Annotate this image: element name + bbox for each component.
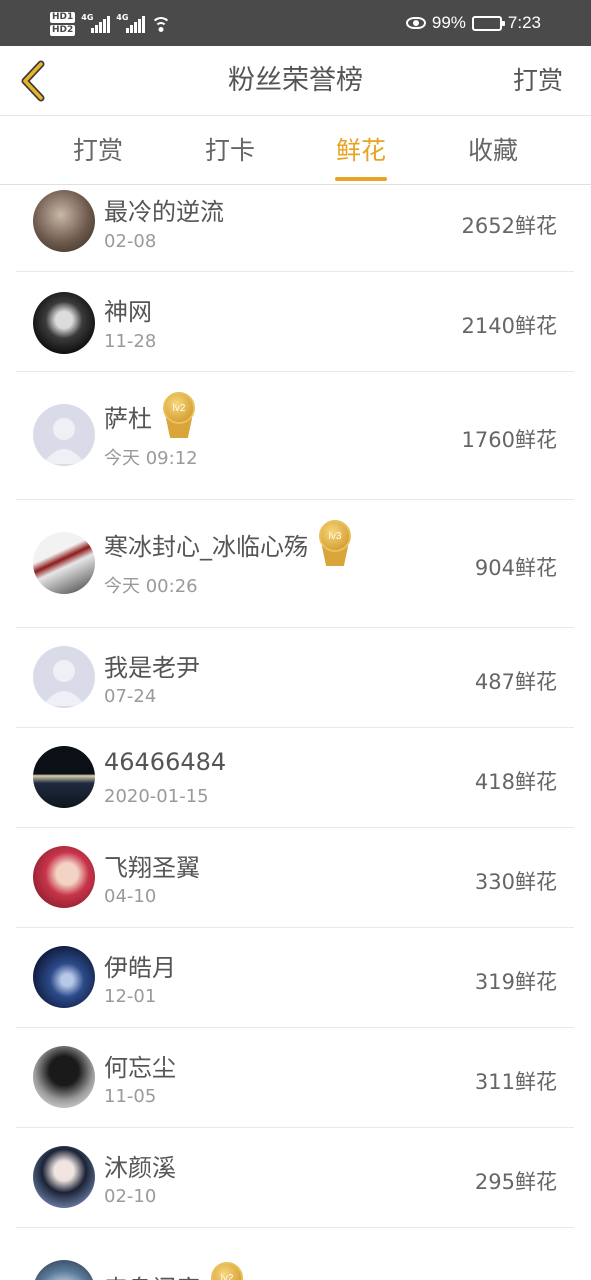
- date-label: 12-01: [104, 986, 157, 1007]
- ranking-list: 最冷的逆流 02-08 2652鲜花 神网 11-28 2140鲜花 萨杜 lv…: [0, 186, 591, 1280]
- date-label: 11-05: [104, 1086, 157, 1107]
- list-item[interactable]: 神网 11-28 2140鲜花: [16, 272, 574, 372]
- flower-count: 904鲜花: [474, 556, 557, 580]
- tab-reward[interactable]: 打赏: [43, 117, 153, 185]
- user-name: 何忘尘: [104, 1054, 176, 1082]
- avatar: [33, 292, 95, 354]
- tab-label: 收藏: [467, 136, 518, 165]
- user-name: 伊皓月: [104, 954, 176, 982]
- level-medal-icon: lv3: [316, 520, 354, 568]
- level-medal-icon: lv2: [208, 1262, 246, 1280]
- level-badge: lv3: [319, 520, 351, 552]
- flower-count: 295鲜花: [474, 1170, 557, 1194]
- date-label: 今天 00:26: [104, 576, 198, 597]
- user-name: 萨杜: [104, 404, 152, 433]
- user-name: 寒冰封心_冰临心殇: [104, 532, 308, 561]
- page-title: 粉丝荣誉榜: [228, 65, 363, 96]
- date-label: 2020-01-15: [104, 786, 209, 807]
- flower-count: 2652鲜花: [461, 214, 557, 238]
- avatar: [33, 746, 95, 808]
- default-avatar-icon: [43, 660, 85, 706]
- list-item[interactable]: 飞翔圣翼 04-10 330鲜花: [16, 828, 574, 928]
- status-bar: HD1 HD2 4G 4G 99% 7:23: [0, 0, 591, 46]
- flower-count: 1760鲜花: [461, 428, 557, 452]
- list-item[interactable]: 伊皓月 12-01 319鲜花: [16, 928, 574, 1028]
- status-left: HD1 HD2 4G 4G: [50, 8, 172, 40]
- battery-percent: 99%: [431, 13, 466, 32]
- network-type-label: 4G: [116, 13, 129, 22]
- user-name: 我是老尹: [104, 654, 200, 682]
- tab-active-indicator: [335, 177, 387, 181]
- user-name: 46466484: [104, 748, 227, 776]
- avatar: [33, 190, 95, 252]
- date-label: 今天 09:12: [104, 448, 198, 469]
- hd-icons: HD1 HD2: [50, 12, 76, 36]
- avatar: [33, 1146, 95, 1208]
- level-badge: lv2: [211, 1262, 243, 1280]
- clock: 7:23: [507, 13, 541, 32]
- date-label: 02-10: [104, 1186, 157, 1207]
- level-medal-icon: lv2: [160, 392, 198, 440]
- tab-label: 鲜花: [335, 136, 386, 165]
- tab-favorites[interactable]: 收藏: [438, 117, 548, 185]
- tab-label: 打赏: [72, 136, 123, 165]
- avatar: [33, 646, 95, 708]
- flower-count: 330鲜花: [474, 870, 557, 894]
- eye-comfort-icon: [405, 17, 426, 29]
- list-item[interactable]: 森鸟闪鹿 lv2: [16, 1228, 574, 1280]
- signal-icon: 4G: [116, 13, 146, 33]
- default-avatar-icon: [43, 418, 85, 464]
- signal-icon: 4G: [81, 13, 111, 33]
- battery-icon: [471, 15, 505, 31]
- list-item[interactable]: 最冷的逆流 02-08 2652鲜花: [16, 186, 574, 272]
- avatar: [33, 946, 95, 1008]
- level-badge: lv2: [163, 392, 195, 424]
- tab-checkin[interactable]: 打卡: [175, 117, 285, 185]
- app-header: 粉丝荣誉榜 打赏: [0, 46, 591, 116]
- flower-count: 487鲜花: [474, 670, 557, 694]
- user-name: 森鸟闪鹿: [104, 1269, 200, 1280]
- list-item[interactable]: 沐颜溪 02-10 295鲜花: [16, 1128, 574, 1228]
- list-item[interactable]: 何忘尘 11-05 311鲜花: [16, 1028, 574, 1128]
- user-name: 最冷的逆流: [104, 198, 224, 226]
- date-label: 07-24: [104, 686, 157, 707]
- list-item[interactable]: 我是老尹 07-24 487鲜花: [16, 628, 574, 728]
- hd-icon: HD2: [50, 25, 76, 36]
- flower-count: 311鲜花: [474, 1070, 557, 1094]
- network-type-label: 4G: [81, 13, 94, 22]
- user-name: 飞翔圣翼: [104, 854, 200, 882]
- hd-icon: HD1: [50, 12, 76, 23]
- status-right: 99% 7:23: [405, 12, 541, 34]
- date-label: 11-28: [104, 331, 157, 352]
- flower-count: 2140鲜花: [461, 314, 557, 338]
- avatar: [33, 1046, 95, 1108]
- user-name: 神网: [104, 298, 152, 326]
- avatar: [33, 404, 95, 466]
- list-item[interactable]: 萨杜 lv2 今天 09:12 1760鲜花: [16, 372, 574, 500]
- wifi-icon: [151, 15, 172, 33]
- list-item[interactable]: 寒冰封心_冰临心殇 lv3 今天 00:26 904鲜花: [16, 500, 574, 628]
- avatar: [33, 846, 95, 908]
- avatar: [33, 532, 95, 594]
- tab-bar: 打赏 打卡 鲜花 收藏: [0, 117, 591, 185]
- reward-button[interactable]: 打赏: [513, 46, 563, 116]
- date-label: 02-08: [104, 231, 157, 252]
- list-item[interactable]: 46466484 2020-01-15 418鲜花: [16, 728, 574, 828]
- avatar: [33, 1260, 95, 1280]
- flower-count: 418鲜花: [474, 770, 557, 794]
- date-label: 04-10: [104, 886, 157, 907]
- user-name: 沐颜溪: [104, 1154, 176, 1182]
- flower-count: 319鲜花: [474, 970, 557, 994]
- tab-flowers[interactable]: 鲜花: [306, 117, 416, 185]
- tab-label: 打卡: [204, 136, 255, 165]
